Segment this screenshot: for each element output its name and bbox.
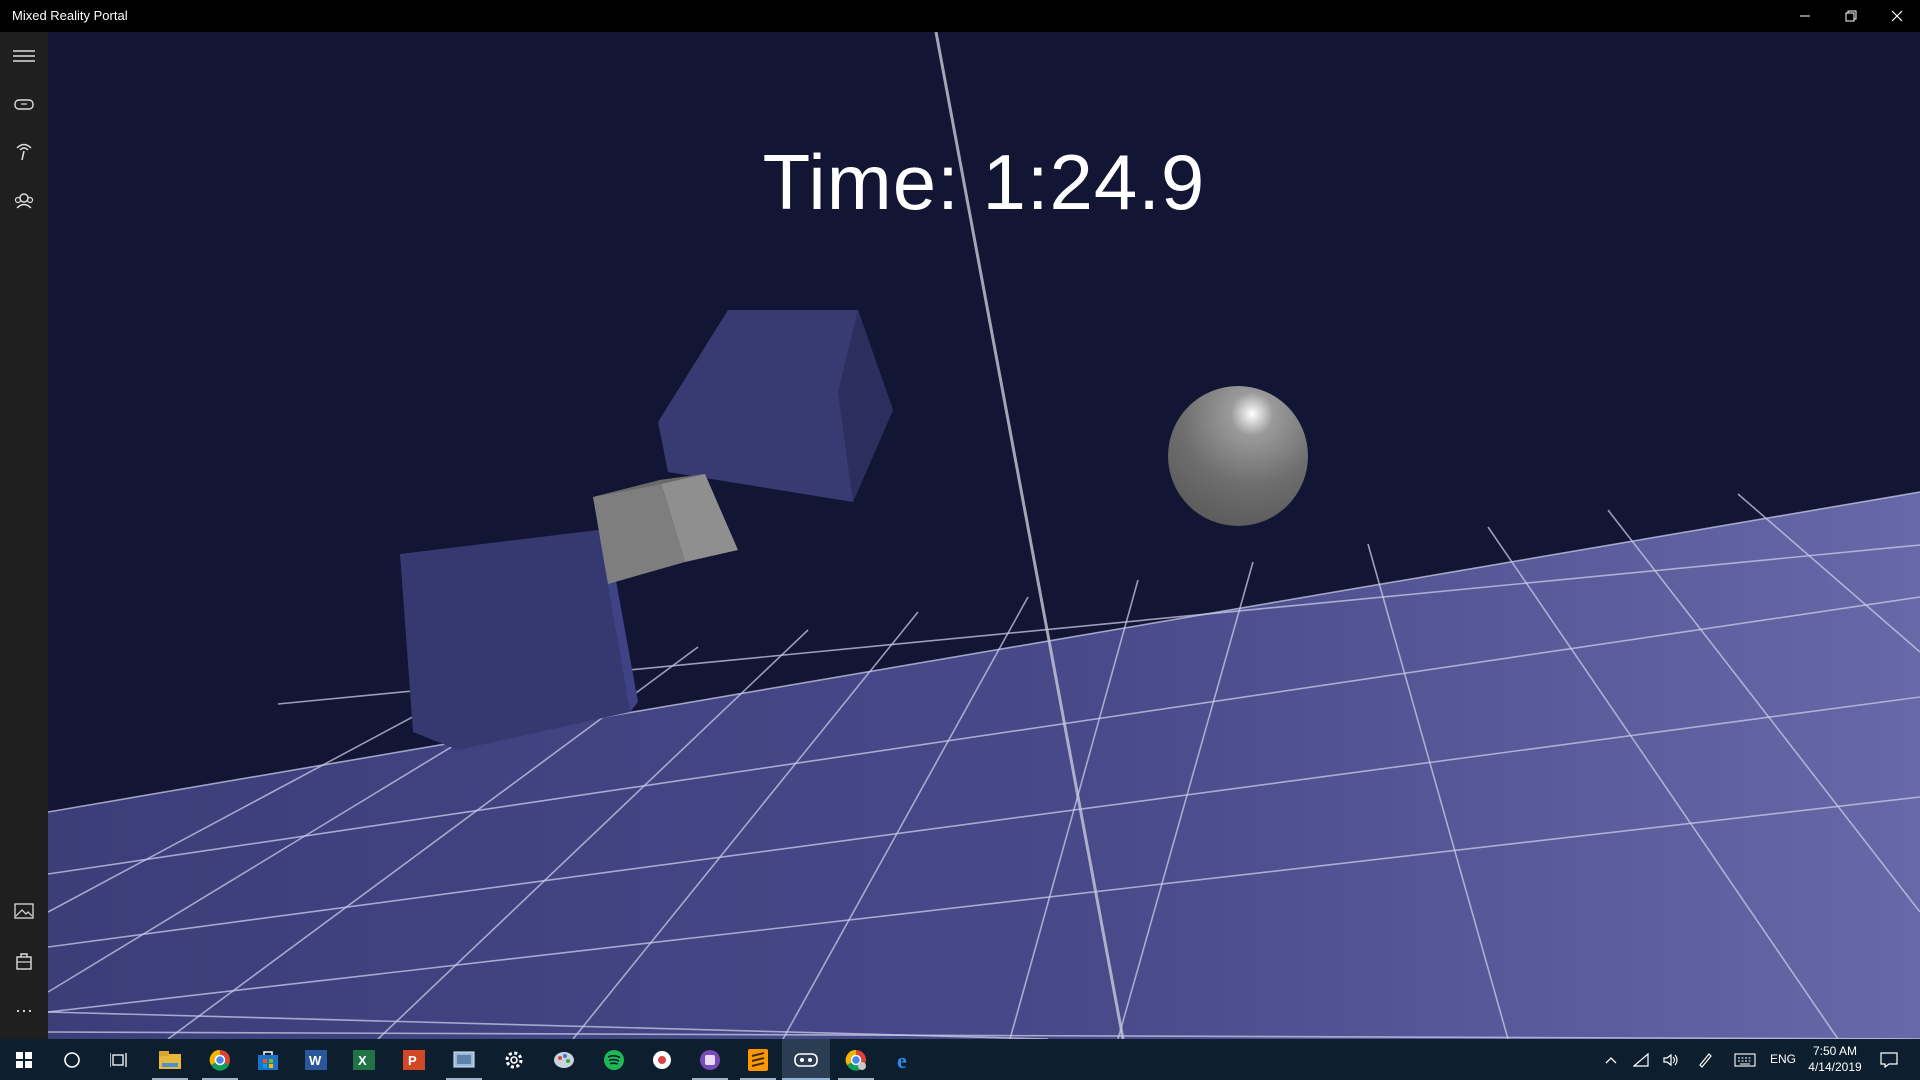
close-icon (1891, 10, 1903, 22)
search-button[interactable] (48, 1039, 96, 1080)
control-panel-icon (453, 1051, 475, 1067)
show-hidden-icons-button[interactable] (1598, 1039, 1624, 1080)
chevron-up-icon (1605, 1056, 1617, 1063)
nav-item-headset[interactable] (0, 80, 48, 128)
taskbar-store[interactable] (244, 1039, 292, 1080)
clock-time: 7:50 AM (1812, 1044, 1858, 1058)
svg-text:X: X (358, 1053, 367, 1068)
mixed-reality-viewport[interactable]: Time: 1:24.9 (48, 32, 1920, 1039)
svg-text:e: e (897, 1049, 907, 1071)
notification-icon (1880, 1051, 1898, 1068)
title-bar: Mixed Reality Portal (0, 0, 1920, 32)
restore-button[interactable] (1828, 0, 1874, 32)
photo-icon (14, 903, 34, 919)
window-title: Mixed Reality Portal (12, 8, 128, 23)
nav-item-store[interactable] (0, 937, 48, 985)
more-icon: ⋯ (15, 1000, 33, 1021)
taskbar-purple-app[interactable] (686, 1039, 734, 1080)
powerpoint-icon: P (403, 1049, 425, 1070)
file-explorer-icon (159, 1050, 181, 1069)
windows-start-icon (16, 1051, 32, 1068)
taskbar-powerpoint[interactable]: P (390, 1039, 438, 1080)
nav-item-people[interactable] (0, 176, 48, 224)
touch-keyboard-button[interactable] (1732, 1039, 1758, 1080)
taskbar-file-explorer[interactable] (146, 1039, 194, 1080)
taskbar-spotify[interactable] (590, 1039, 638, 1080)
mixed-reality-icon (794, 1052, 818, 1067)
minimize-icon (1800, 15, 1810, 17)
pen-icon (1699, 1052, 1712, 1068)
restore-icon (1845, 10, 1857, 22)
network-button[interactable] (1628, 1039, 1654, 1080)
spotify-icon (604, 1049, 624, 1070)
more-button[interactable]: ⋯ (0, 987, 48, 1035)
word-icon: W (305, 1049, 327, 1070)
media-icon (653, 1050, 671, 1069)
network-icon (1633, 1052, 1649, 1067)
headset-icon (14, 99, 34, 110)
taskbar-excel[interactable]: X (340, 1039, 388, 1080)
action-center-button[interactable] (1876, 1039, 1902, 1080)
taskbar: W X P e ENG 7:50 AM 4/14/2019 (0, 1039, 1920, 1080)
settings-icon (505, 1051, 523, 1068)
menu-icon (13, 50, 35, 62)
input-language-indicator[interactable]: ENG (1770, 1039, 1796, 1080)
clock[interactable]: 7:50 AM 4/14/2019 (1800, 1043, 1870, 1075)
volume-button[interactable] (1658, 1039, 1684, 1080)
store-icon (16, 953, 32, 970)
store-icon (258, 1050, 278, 1070)
taskbar-control-panel[interactable] (440, 1039, 488, 1080)
paint-icon (554, 1051, 574, 1068)
start-button[interactable] (0, 1039, 48, 1080)
task-view-icon (110, 1052, 127, 1067)
taskbar-chrome[interactable] (196, 1039, 244, 1080)
nav-rail: ⋯ (0, 32, 48, 1039)
sphere (1168, 386, 1308, 526)
excel-icon: X (353, 1049, 375, 1070)
cortana-icon (64, 1051, 80, 1068)
close-button[interactable] (1874, 0, 1920, 32)
hamburger-menu-button[interactable] (0, 32, 48, 80)
taskbar-mixed-reality-portal[interactable] (782, 1039, 830, 1080)
task-view-button[interactable] (96, 1039, 144, 1080)
nav-item-controllers[interactable] (0, 128, 48, 176)
chrome-icon (209, 1049, 230, 1071)
nav-item-photos[interactable] (0, 887, 48, 935)
taskbar-sublime[interactable] (734, 1039, 782, 1080)
pen-workspace-button[interactable] (1692, 1039, 1718, 1080)
keyboard-icon (1734, 1052, 1756, 1067)
controller-icon (16, 143, 32, 161)
taskbar-chrome-profile[interactable] (832, 1039, 880, 1080)
taskbar-paint[interactable] (540, 1039, 588, 1080)
taskbar-settings[interactable] (490, 1039, 538, 1080)
taskbar-media[interactable] (638, 1039, 686, 1080)
chrome-profile-icon (845, 1049, 866, 1071)
purple-app-icon (700, 1049, 720, 1070)
sublime-icon (748, 1048, 768, 1071)
people-icon (14, 193, 34, 209)
edge-icon: e (897, 1049, 907, 1071)
volume-icon (1663, 1053, 1678, 1066)
minimize-button[interactable] (1782, 0, 1828, 32)
taskbar-edge[interactable]: e (882, 1039, 930, 1080)
timer-text: Time: 1:24.9 (762, 138, 1206, 226)
taskbar-word[interactable]: W (292, 1039, 340, 1080)
clock-date: 4/14/2019 (1808, 1060, 1862, 1074)
cube-lower-left (400, 530, 638, 750)
svg-text:W: W (309, 1053, 322, 1068)
svg-text:P: P (408, 1053, 417, 1068)
